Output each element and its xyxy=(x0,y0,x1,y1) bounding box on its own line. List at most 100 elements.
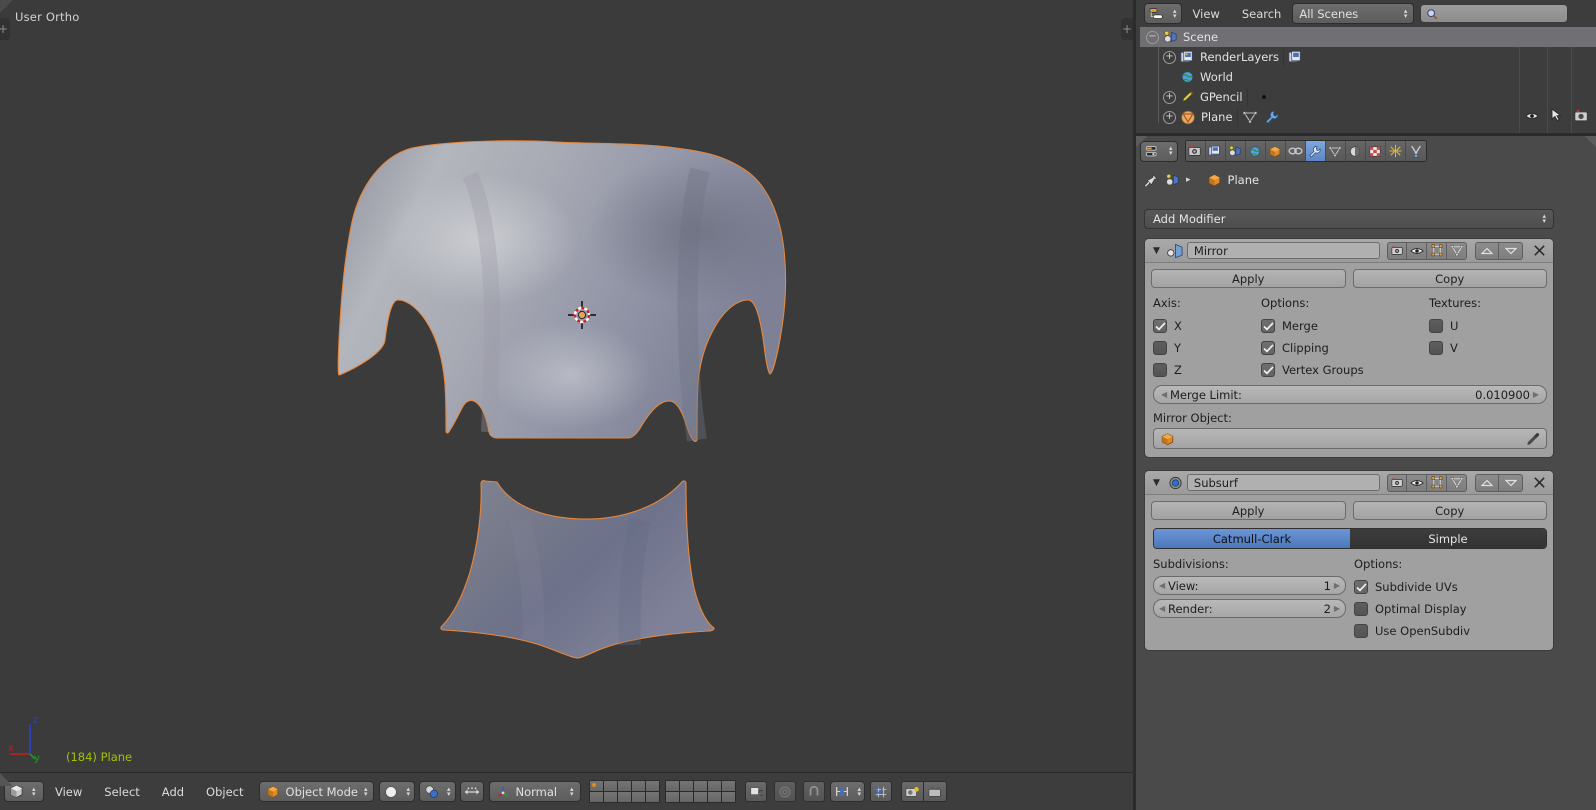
eye-icon[interactable] xyxy=(1525,110,1539,122)
slider-right-arrow-icon[interactable]: ▶ xyxy=(1334,604,1340,613)
realtime-toggle-subsurf[interactable] xyxy=(1407,473,1427,492)
scene-icon[interactable] xyxy=(1165,173,1180,187)
snap-target-button[interactable] xyxy=(870,781,893,802)
editmode-toggle-mirror[interactable] xyxy=(1427,241,1447,260)
layer-cell[interactable] xyxy=(665,792,679,802)
modifier-name-field-mirror[interactable]: Mirror xyxy=(1186,242,1380,259)
layer-cell[interactable] xyxy=(645,792,659,802)
layer-cell[interactable] xyxy=(721,792,735,802)
move-up-button-subsurf[interactable] xyxy=(1475,473,1499,492)
expander-collapse-icon[interactable]: − xyxy=(1146,30,1159,44)
eyedropper-icon[interactable] xyxy=(1526,432,1540,446)
layer-cell[interactable] xyxy=(707,781,721,791)
layer-cell[interactable] xyxy=(631,792,645,802)
layer-cell[interactable] xyxy=(617,792,631,802)
3d-viewport[interactable]: + + User Ortho z x y (184) Plane xyxy=(0,0,1133,772)
render-opengl-animation-button[interactable] xyxy=(924,781,948,802)
checkbox-row-vertex-groups[interactable]: Vertex Groups xyxy=(1261,359,1429,381)
layer-cell[interactable] xyxy=(693,781,707,791)
editmode-toggle-subsurf[interactable] xyxy=(1427,473,1447,492)
render-toggle-mirror[interactable] xyxy=(1387,241,1407,260)
properties-corner-topright[interactable] xyxy=(1582,136,1596,150)
lock-object-modes-button[interactable] xyxy=(744,781,767,802)
expander-expand-icon[interactable]: + xyxy=(1163,110,1176,124)
outliner-row-gpencil[interactable]: + GPencil xyxy=(1140,87,1596,107)
close-button-subsurf[interactable] xyxy=(1529,476,1549,489)
checkbox-optimal-display[interactable] xyxy=(1354,602,1368,616)
pivot-point-selector[interactable]: ▴ ▾ xyxy=(419,781,456,802)
layer-group-bottom[interactable] xyxy=(665,781,735,802)
tab-render[interactable] xyxy=(1185,141,1206,161)
apply-button-subsurf[interactable]: Apply xyxy=(1151,501,1346,520)
checkbox-v[interactable] xyxy=(1429,341,1443,355)
outliner-row-scene[interactable]: − Scene xyxy=(1140,27,1596,47)
menu-object[interactable]: Object xyxy=(195,785,254,799)
copy-button-mirror[interactable]: Copy xyxy=(1352,269,1547,288)
slider-right-arrow-icon[interactable]: ▶ xyxy=(1533,390,1539,399)
slider-right-arrow-icon[interactable]: ▶ xyxy=(1334,581,1340,590)
expander-expand-icon[interactable]: + xyxy=(1163,90,1176,104)
menu-add[interactable]: Add xyxy=(151,785,195,799)
outliner-row-renderlayers[interactable]: + RenderLayers xyxy=(1140,47,1596,67)
close-button-mirror[interactable] xyxy=(1529,244,1549,257)
viewport-shading-selector[interactable]: ▴ ▾ xyxy=(379,781,415,802)
scene-layers-block-1[interactable] xyxy=(588,780,660,803)
tab-texture[interactable] xyxy=(1365,141,1386,161)
wrench-icon[interactable] xyxy=(1264,110,1280,124)
outliner-row-world[interactable]: World xyxy=(1140,67,1596,87)
modifier-name-field-subsurf[interactable]: Subsurf xyxy=(1186,474,1380,491)
checkbox-axis-y[interactable] xyxy=(1153,341,1167,355)
layer-group-top[interactable] xyxy=(589,781,659,802)
layer-cell[interactable] xyxy=(721,781,735,791)
subdivision-type-simple[interactable]: Simple xyxy=(1350,529,1546,548)
checkbox-axis-x[interactable] xyxy=(1153,319,1167,333)
render-toggle-subsurf[interactable] xyxy=(1387,473,1407,492)
realtime-toggle-mirror[interactable] xyxy=(1407,241,1427,260)
checkbox-row-u[interactable]: U xyxy=(1429,315,1547,337)
proportional-edit-button[interactable] xyxy=(773,781,796,802)
checkbox-row-merge[interactable]: Merge xyxy=(1261,315,1429,337)
add-modifier-button[interactable]: Add Modifier ▴ ▾ xyxy=(1144,209,1554,229)
oncage-toggle-subsurf[interactable] xyxy=(1447,473,1467,492)
chevron-down-icon[interactable]: ▼ xyxy=(1149,246,1164,256)
editor-type-selector-properties[interactable]: ▴ ▾ xyxy=(1140,140,1178,162)
layer-cell[interactable] xyxy=(679,792,693,802)
expander-expand-icon[interactable]: + xyxy=(1163,50,1176,64)
checkbox-subdivide-uvs[interactable] xyxy=(1354,580,1368,594)
chevron-down-icon[interactable]: ▼ xyxy=(1149,478,1164,488)
checkbox-use-opensubdiv[interactable] xyxy=(1354,624,1368,638)
layer-cell[interactable] xyxy=(631,781,645,791)
slider-left-arrow-icon[interactable]: ◀ xyxy=(1159,581,1165,590)
interaction-mode-selector[interactable]: Object Mode ▴ ▾ xyxy=(258,781,375,802)
scene-filter-selector[interactable]: All Scenes ▴ ▾ xyxy=(1292,3,1415,24)
layer-cell[interactable] xyxy=(645,781,659,791)
oncage-toggle-mirror[interactable] xyxy=(1447,241,1467,260)
tab-data[interactable] xyxy=(1325,141,1346,161)
subdivision-type-catmull-clark[interactable]: Catmull-Clark xyxy=(1154,529,1350,548)
search-input[interactable] xyxy=(1420,4,1569,23)
layer-cell[interactable] xyxy=(679,781,693,791)
tab-modifiers[interactable] xyxy=(1305,141,1326,161)
manipulator-toggle-button[interactable] xyxy=(459,781,484,802)
layer-cell[interactable] xyxy=(665,781,679,791)
pin-icon[interactable] xyxy=(1144,172,1159,188)
subdivisions-view-slider[interactable]: ◀ View: 1 ▶ xyxy=(1153,576,1346,595)
checkbox-row-subdivide-uvs[interactable]: Subdivide UVs xyxy=(1354,576,1547,598)
move-up-button-mirror[interactable] xyxy=(1475,241,1499,260)
render-opengl-viewport-button[interactable] xyxy=(901,781,925,802)
tab-material[interactable] xyxy=(1345,141,1366,161)
subdivisions-render-slider[interactable]: ◀ Render: 2 ▶ xyxy=(1153,599,1346,618)
move-down-button-mirror[interactable] xyxy=(1499,241,1523,260)
checkbox-row-optimal-display[interactable]: Optimal Display xyxy=(1354,598,1547,620)
snap-toggle-button[interactable] xyxy=(802,781,825,802)
slider-left-arrow-icon[interactable]: ◀ xyxy=(1159,604,1165,613)
apply-button-mirror[interactable]: Apply xyxy=(1151,269,1346,288)
tab-render-layers[interactable] xyxy=(1205,141,1226,161)
layer-cell[interactable] xyxy=(589,792,603,802)
checkbox-vertex-groups[interactable] xyxy=(1261,363,1275,377)
scene-layers-block-2[interactable] xyxy=(664,780,736,803)
checkbox-row-axis-z[interactable]: Z xyxy=(1153,359,1261,381)
layer-cell[interactable] xyxy=(617,781,631,791)
layer-cell[interactable] xyxy=(603,792,617,802)
tab-physics[interactable] xyxy=(1405,141,1426,161)
